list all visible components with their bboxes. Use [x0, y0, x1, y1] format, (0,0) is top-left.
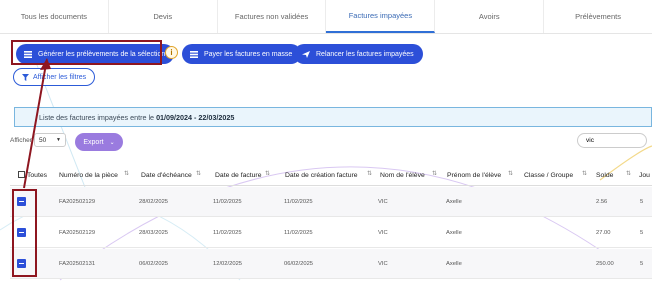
sort-icon[interactable]: ⇅: [265, 170, 270, 177]
select-all-label: Toutes: [27, 171, 48, 179]
list-icon: [24, 50, 32, 58]
remind-unpaid-invoices-label: Relancer les factures impayées: [316, 50, 414, 58]
export-label: Export: [83, 138, 104, 146]
cell-solde: 27.00: [596, 230, 611, 236]
search-input[interactable]: [577, 133, 647, 148]
tab-direct-debits[interactable]: Prélèvements: [544, 0, 652, 33]
page-size-select[interactable]: 50 ▼: [34, 133, 66, 147]
row-checkbox[interactable]: [17, 259, 26, 268]
row-checkbox[interactable]: [17, 197, 26, 206]
tab-all-documents[interactable]: Tous les documents: [0, 0, 109, 33]
cell-date-facture: 12/02/2025: [213, 261, 243, 267]
cell-date-creation: 11/02/2025: [284, 199, 313, 205]
tab-quotes[interactable]: Devis: [109, 0, 218, 33]
sort-icon[interactable]: ⇅: [432, 170, 437, 177]
cell-jours: 5: [640, 230, 644, 236]
tab-unvalidated-invoices[interactable]: Factures non validées: [218, 0, 327, 33]
filter-icon: [22, 73, 29, 81]
table-row[interactable]: FA202502129 28/03/2025 11/02/2025 11/02/…: [10, 218, 652, 248]
cell-echeance: 28/02/2025: [139, 199, 169, 205]
cell-nom: VIC: [378, 230, 388, 236]
info-icon[interactable]: i: [165, 46, 178, 59]
column-jours[interactable]: Jou: [639, 164, 650, 186]
column-date-facture[interactable]: Date de facture: [215, 164, 261, 186]
cell-numero: FA202502131: [59, 261, 96, 267]
pay-invoices-bulk-button[interactable]: Payer les factures en masse: [182, 44, 302, 64]
cell-nom: VIC: [378, 199, 388, 205]
sort-icon[interactable]: ⇅: [196, 170, 201, 177]
date-range-banner: Liste des factures impayées entre le 01/…: [14, 107, 652, 127]
select-all-checkbox[interactable]: [18, 171, 25, 178]
table-header: Toutes Numéro de la pièce ⇅ Date d'échéa…: [10, 164, 652, 186]
generate-direct-debits-label: Générer les prélèvements de la sélection: [38, 50, 166, 58]
column-date-creation[interactable]: Date de création facture: [285, 164, 358, 186]
cell-prenom: Axelle: [446, 261, 462, 267]
list-icon: [190, 50, 198, 58]
cell-date-creation: 06/02/2025: [284, 261, 314, 267]
cell-jours: 5: [640, 199, 644, 205]
table-row[interactable]: FA202502131 06/02/2025 12/02/2025 06/02/…: [10, 249, 652, 279]
cell-numero: FA202502129: [59, 230, 96, 236]
pay-invoices-bulk-label: Payer les factures en masse: [204, 50, 293, 58]
cell-jours: 5: [640, 261, 644, 267]
cell-prenom: Axelle: [446, 199, 462, 205]
tab-credit-notes[interactable]: Avoirs: [435, 0, 545, 33]
sort-icon[interactable]: ⇅: [626, 170, 631, 177]
cell-numero: FA202502129: [59, 199, 96, 205]
column-echeance[interactable]: Date d'échéance: [141, 164, 192, 186]
export-button[interactable]: Export ⌄: [75, 133, 123, 151]
cell-prenom: Axelle: [446, 230, 462, 236]
banner-prefix: Liste des factures impayées entre le: [39, 112, 155, 122]
sort-icon[interactable]: ⇅: [124, 170, 129, 177]
page-size-value: 50: [39, 136, 47, 144]
cell-solde: 250.00: [596, 261, 614, 267]
sort-icon[interactable]: ⇅: [367, 170, 372, 177]
cell-date-facture: 11/02/2025: [213, 230, 242, 236]
generate-direct-debits-button[interactable]: Générer les prélèvements de la sélection: [16, 44, 175, 64]
tab-unpaid-invoices[interactable]: Factures impayées: [326, 0, 436, 33]
remind-unpaid-invoices-button[interactable]: Relancer les factures impayées: [294, 44, 423, 64]
cell-echeance: 06/02/2025: [139, 261, 169, 267]
column-solde[interactable]: Solde: [596, 164, 613, 186]
row-checkbox[interactable]: [17, 228, 26, 237]
cell-solde: 2.56: [596, 199, 608, 205]
column-numero[interactable]: Numéro de la pièce: [59, 164, 118, 186]
show-filters-button[interactable]: Afficher les filtres: [13, 68, 96, 86]
sort-icon[interactable]: ⇅: [508, 170, 513, 177]
send-icon: [302, 50, 310, 58]
chevron-down-icon: ⌄: [109, 139, 115, 146]
column-nom[interactable]: Nom de l'élève: [380, 164, 425, 186]
sort-icon[interactable]: ⇅: [582, 170, 587, 177]
banner-dates: 01/09/2024 - 22/03/2025: [156, 112, 235, 122]
table-row[interactable]: FA202502129 28/02/2025 11/02/2025 11/02/…: [10, 187, 652, 217]
column-classe[interactable]: Classe / Groupe: [524, 164, 573, 186]
page-size-label: Afficher: [10, 137, 32, 144]
cell-echeance: 28/03/2025: [139, 230, 169, 236]
show-filters-label: Afficher les filtres: [33, 73, 87, 81]
document-tabs: Tous les documents Devis Factures non va…: [0, 0, 652, 34]
cell-nom: VIC: [378, 261, 388, 267]
cell-date-creation: 11/02/2025: [284, 230, 313, 236]
cell-date-facture: 11/02/2025: [213, 199, 242, 205]
column-prenom[interactable]: Prénom de l'élève: [447, 164, 501, 186]
chevron-down-icon: ▼: [56, 137, 61, 143]
